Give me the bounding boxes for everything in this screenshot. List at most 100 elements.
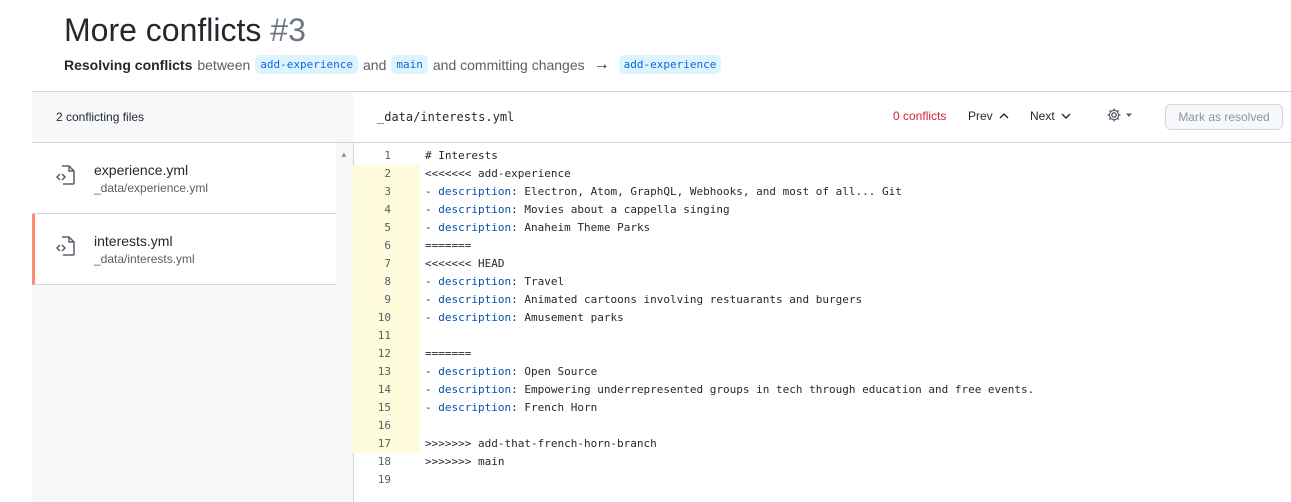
gear-icon [1107,108,1121,122]
arrow-right-icon: → [593,55,610,73]
branch-to[interactable]: main [391,55,428,74]
line-number: 6 [353,237,420,255]
conflict-count: 0 conflicts [893,109,947,123]
subtitle-bold: Resolving conflicts [64,56,193,73]
subtitle-between: between [197,56,251,73]
code-line: 8 - description: Travel [353,273,1291,291]
code-line: 4 - description: Movies about a cappella … [353,201,1291,219]
branch-target[interactable]: add-experience [618,55,722,74]
line-text: ======= [425,347,472,360]
code-line: 12 ======= [353,345,1291,363]
subtitle-committing: and committing changes [432,56,585,73]
page-title: More conflicts #3 [64,10,1291,50]
sidebar: 2 conflicting files experience.yml _data… [32,92,354,502]
file-path: _data/experience.yml [94,181,209,195]
line-text: - description: Animated cartoons involvi… [425,293,863,306]
code-line: 13 - description: Open Source [353,363,1291,381]
file-name: interests.yml [94,233,173,249]
mark-resolved-button[interactable]: Mark as resolved [1165,104,1283,130]
line-number: 8 [353,273,420,291]
chevron-down-icon [1061,113,1071,119]
code-line: 16 [353,417,1291,435]
line-number: 3 [353,183,420,201]
code-line: 7 <<<<<<< HEAD [353,255,1291,273]
code-line: 1 # Interests [353,147,1291,165]
file-list: experience.yml _data/experience.yml inte… [32,143,336,285]
line-text: - description: Amusement parks [425,311,624,324]
line-text: - description: Electron, Atom, GraphQL, … [425,185,902,198]
line-number: 7 [353,255,420,273]
code-line: 18 >>>>>>> main [353,453,1291,471]
branch-from[interactable]: add-experience [255,55,359,74]
caret-down-icon [1126,113,1132,117]
code-line: 3 - description: Electron, Atom, GraphQL,… [353,183,1291,201]
prev-label: Prev [968,109,993,123]
yaml-key: description [438,311,512,324]
next-label: Next [1030,109,1055,123]
line-text: - description: Anaheim Theme Parks [425,221,651,234]
yaml-key: description [438,203,512,216]
line-number: 13 [353,363,420,381]
code-line: 11 [353,327,1291,345]
line-number: 16 [353,417,420,435]
line-number: 11 [353,327,420,345]
code-line: 9 - description: Animated cartoons involv… [353,291,1291,309]
yaml-key: description [438,275,512,288]
file-name: experience.yml [94,162,189,178]
editor: _data/interests.yml 0 conflicts Prev Nex… [353,92,1291,502]
editor-toolbar: _data/interests.yml 0 conflicts Prev Nex… [353,92,1291,143]
chevron-up-icon [999,113,1009,119]
line-number: 5 [353,219,420,237]
code-editor[interactable]: 1 # Interests 2 <<<<<<< add-experience 3 - de… [353,147,1291,489]
line-number: 1 [384,149,391,162]
file-item-interests[interactable]: interests.yml _data/interests.yml [32,214,336,285]
line-text: - description: Travel [425,275,565,288]
pr-number: #3 [270,12,306,48]
prev-conflict-button[interactable]: Prev [968,109,1010,123]
line-text: <<<<<<< add-experience [425,167,571,180]
file-item-experience[interactable]: experience.yml _data/experience.yml [32,143,336,214]
scroll-up-arrow-icon[interactable]: ▲ [340,150,348,159]
line-text: >>>>>>> main [425,455,505,468]
line-number: 2 [353,165,420,183]
file-code-icon [55,236,75,256]
code-line: 19 [353,471,1291,489]
yaml-key: description [438,221,512,234]
code-line: 14 - description: Empowering underreprese… [353,381,1291,399]
line-text: # Interests [425,149,498,162]
line-text: - description: Movies about a cappella s… [425,203,730,216]
file-code-icon [55,165,75,185]
line-number: 18 [377,455,391,468]
line-number: 4 [353,201,420,219]
settings-button[interactable] [1106,107,1133,123]
line-number: 19 [377,473,391,486]
file-path-label: _data/interests.yml [377,110,515,124]
pr-title: More conflicts [64,12,262,48]
line-text: >>>>>>> add-that-french-horn-branch [425,437,657,450]
line-number: 10 [353,309,420,327]
yaml-key: description [438,401,512,414]
code-line: 2 <<<<<<< add-experience [353,165,1291,183]
line-text: - description: Empowering underrepresent… [425,383,1035,396]
line-number: 15 [353,399,420,417]
line-number: 17 [353,435,420,453]
line-text: - description: French Horn [425,401,598,414]
next-conflict-button[interactable]: Next [1030,109,1072,123]
yaml-key: description [438,185,512,198]
yaml-key: description [438,365,512,378]
code-line: 17 >>>>>>> add-that-french-horn-branch [353,435,1291,453]
line-text: <<<<<<< HEAD [425,257,505,270]
code-line: 10 - description: Amusement parks [353,309,1291,327]
file-path: _data/interests.yml [94,252,195,266]
line-text: - description: Open Source [425,365,598,378]
line-number: 9 [353,291,420,309]
line-text: ======= [425,239,472,252]
code-line: 5 - description: Anaheim Theme Parks [353,219,1291,237]
conflicting-files-heading: 2 conflicting files [32,92,353,143]
page-header: More conflicts #3 Resolving conflicts be… [64,10,1291,74]
conflict-panel: 2 conflicting files experience.yml _data… [32,91,1291,502]
yaml-key: description [438,293,512,306]
line-number: 12 [353,345,420,363]
subtitle: Resolving conflicts between add-experien… [64,55,1291,74]
code-line: 15 - description: French Horn [353,399,1291,417]
